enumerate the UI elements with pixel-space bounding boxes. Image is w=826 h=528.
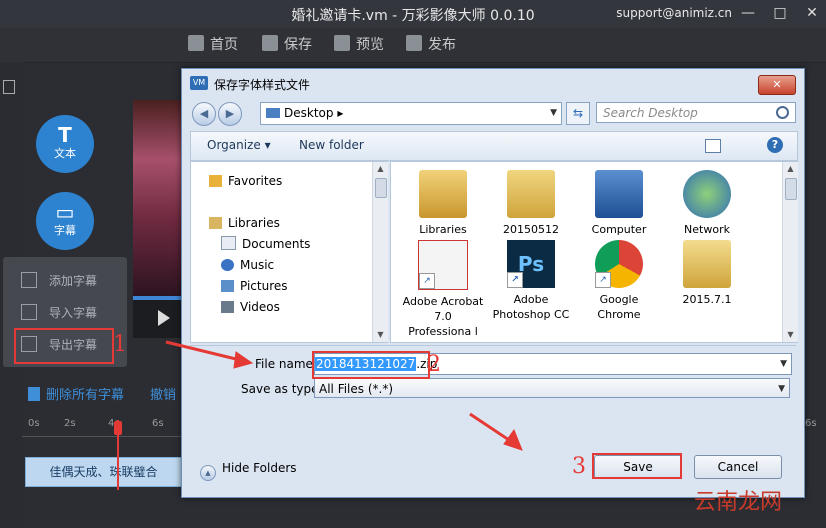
- arrow-to-save: [469, 412, 523, 451]
- watermark: 云南龙网: [694, 490, 783, 515]
- app-window: 婚礼邀请卡.vm - 万彩影像大师 0.0.10 support@animiz.…: [0, 0, 826, 528]
- annotation-arrows: [165, 340, 523, 451]
- arrow-to-file-name: [165, 340, 254, 369]
